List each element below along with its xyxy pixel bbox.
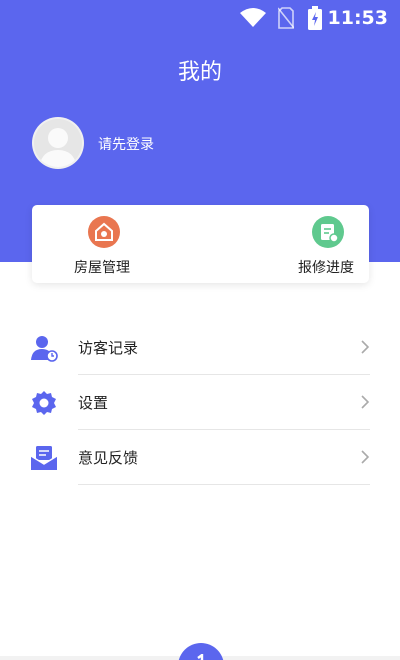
menu-item-feedback[interactable]: 意见反馈 [30,430,370,485]
quick-actions-card: 房屋管理 报修进度 [32,205,369,283]
page-title: 我的 [177,60,222,85]
repair-doc-icon [312,216,344,248]
center-nav-button[interactable] [178,643,224,660]
nav-icon [196,652,206,660]
menu-label-visitor-records: 访客记录 [78,339,139,357]
settings-gear-icon [30,389,58,417]
status-time: 11:53 [327,7,388,29]
menu-label-feedback: 意见反馈 [78,449,139,467]
chevron-right-icon [360,394,370,410]
menu-label-settings: 设置 [78,394,109,412]
house-icon [88,216,120,248]
house-management-label: 房屋管理 [74,260,130,276]
wifi-icon [240,8,266,32]
chevron-right-icon [360,449,370,465]
divider [78,484,370,485]
visitor-icon [30,334,58,362]
avatar[interactable] [32,117,84,169]
menu-item-visitor-records[interactable]: 访客记录 [30,320,370,375]
repair-progress-label: 报修进度 [298,260,354,276]
login-prompt[interactable]: 请先登录 [98,134,154,154]
house-management-button[interactable]: 房屋管理 [32,205,200,283]
battery-charging-icon [308,6,322,34]
repair-progress-button[interactable]: 报修进度 [200,205,368,283]
menu-item-settings[interactable]: 设置 [30,375,370,430]
feedback-mail-icon [30,444,58,472]
avatar-placeholder-icon [39,128,77,167]
no-sim-icon [277,7,295,33]
menu-list: 访客记录 设置 意见反馈 [30,320,370,485]
status-bar: 11:53 [0,0,400,36]
chevron-right-icon [360,339,370,355]
